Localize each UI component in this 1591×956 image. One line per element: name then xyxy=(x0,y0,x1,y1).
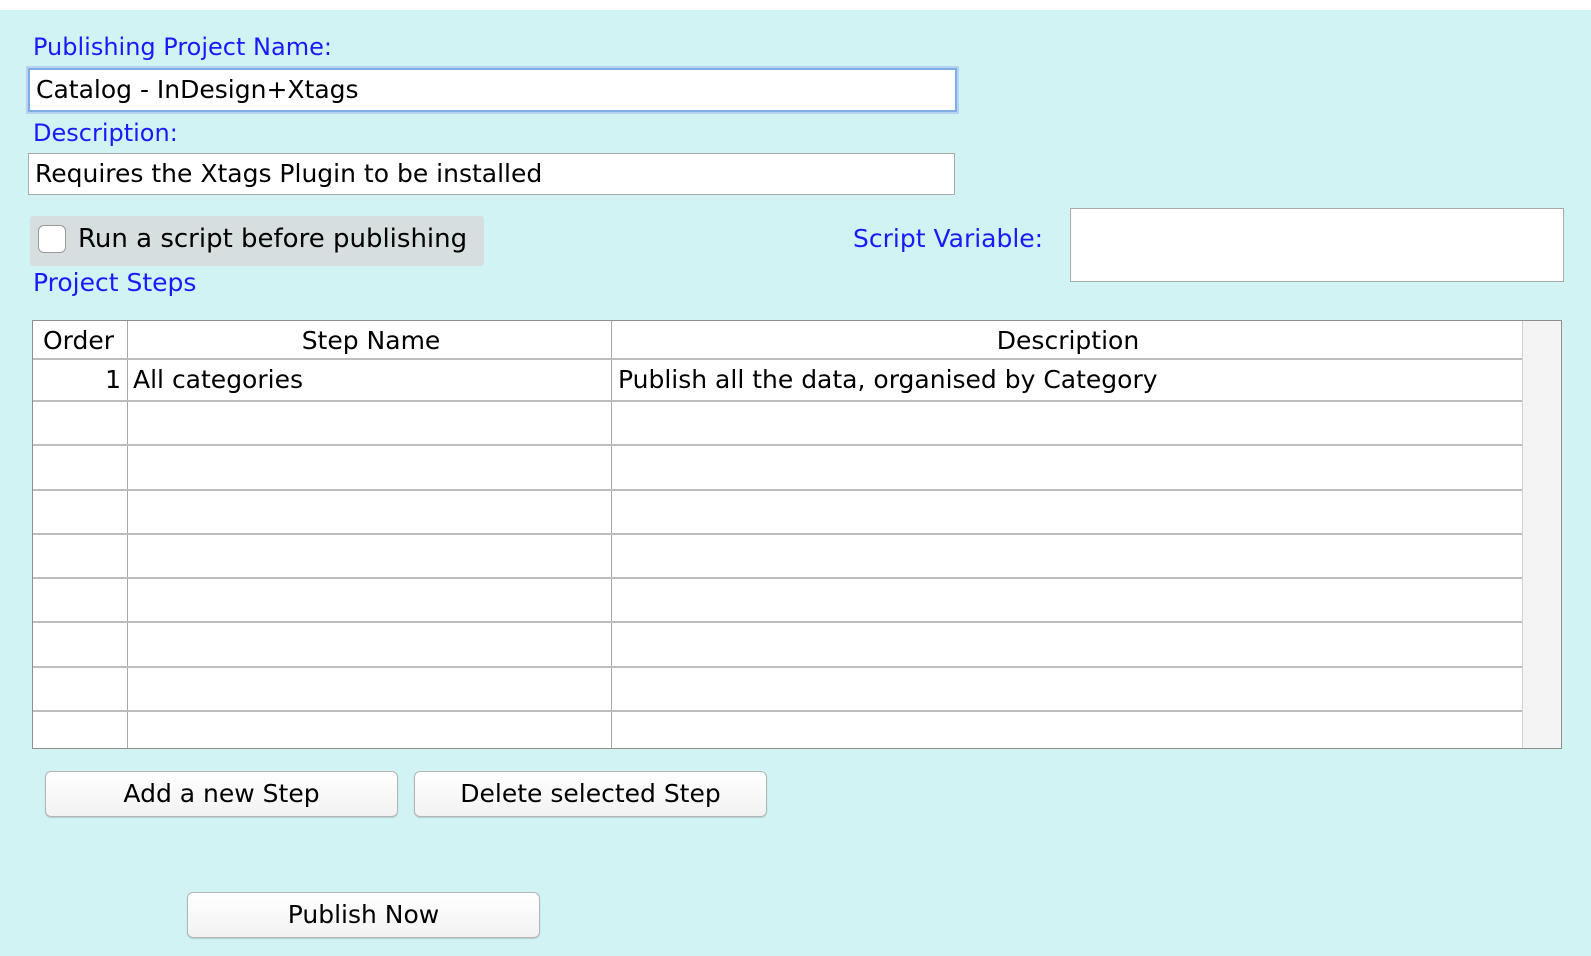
cell-step-name: All categories xyxy=(133,365,303,394)
row-separator xyxy=(33,444,1523,446)
row-separator xyxy=(33,710,1523,712)
description-label: Description: xyxy=(33,119,178,147)
script-variable-field[interactable] xyxy=(1070,208,1564,282)
column-header-description[interactable]: Description xyxy=(613,323,1523,359)
cell-order: 1 xyxy=(105,365,121,394)
column-header-order[interactable]: Order xyxy=(43,323,114,359)
add-step-button[interactable]: Add a new Step xyxy=(45,771,398,817)
publish-now-button[interactable]: Publish Now xyxy=(187,892,540,938)
delete-step-button[interactable]: Delete selected Step xyxy=(414,771,767,817)
publishing-project-panel: Publishing Project Name: Catalog - InDes… xyxy=(0,10,1591,956)
column-header-step-name[interactable]: Step Name xyxy=(129,323,613,359)
project-steps-label: Project Steps xyxy=(33,268,197,297)
row-separator xyxy=(33,533,1523,535)
row-separator xyxy=(33,577,1523,579)
project-name-field[interactable]: Catalog - InDesign+Xtags xyxy=(28,68,957,112)
run-script-label: Run a script before publishing xyxy=(78,224,468,254)
project-name-label: Publishing Project Name: xyxy=(33,33,332,61)
row-separator xyxy=(33,400,1523,402)
project-steps-table[interactable]: Order Step Name Description 1 All catego… xyxy=(32,320,1562,749)
row-separator xyxy=(33,489,1523,491)
table-scrollbar[interactable] xyxy=(1522,321,1561,748)
row-separator xyxy=(33,666,1523,668)
run-script-option[interactable]: Run a script before publishing xyxy=(30,216,484,266)
script-variable-label: Script Variable: xyxy=(853,224,1044,253)
table-row[interactable]: 1 All categories Publish all the data, o… xyxy=(33,360,1523,400)
row-separator xyxy=(33,621,1523,623)
cell-description: Publish all the data, organised by Categ… xyxy=(618,365,1158,394)
run-script-checkbox[interactable] xyxy=(38,225,66,253)
description-field[interactable]: Requires the Xtags Plugin to be installe… xyxy=(28,153,955,195)
